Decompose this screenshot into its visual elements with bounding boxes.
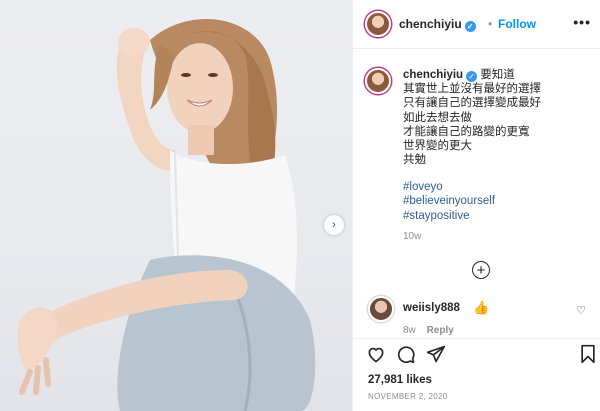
comment-time[interactable]: 8w [403, 325, 416, 336]
hashtag-link[interactable]: #believeinyourself [403, 194, 495, 208]
author-username[interactable]: chenchiyiu ✓ [399, 17, 476, 32]
comment-text: 👍 [473, 300, 490, 315]
caption-line-7: 共勉 [403, 154, 426, 167]
hashtag-link[interactable]: #loveyo [403, 180, 495, 194]
bookmark-icon [581, 344, 595, 364]
caption-author-avatar[interactable] [365, 68, 391, 94]
caption-line-5: 才能讓自己的路變的更寬 [403, 125, 530, 138]
separator-dot: • [488, 17, 493, 31]
more-options-icon[interactable]: ••• [573, 14, 591, 30]
heart-icon [368, 347, 384, 363]
next-image-button[interactable]: › [324, 215, 344, 235]
author-username-text[interactable]: chenchiyiu [399, 17, 462, 31]
reply-button[interactable]: Reply [427, 325, 454, 336]
comment-meta: 8w Reply [403, 325, 462, 336]
follow-button[interactable]: Follow [498, 17, 536, 31]
comment-like-heart-icon[interactable]: ♡ [576, 304, 586, 317]
caption-line-4: 如此去想去做 [403, 111, 472, 124]
actions-divider [353, 338, 600, 339]
post-side-panel: chenchiyiu ✓ • Follow ••• chenchiyiu ✓ 要知道… [352, 0, 600, 411]
hashtag-link[interactable]: #staypositive [403, 209, 495, 223]
commenter-username[interactable]: weiisly888 [403, 302, 460, 314]
comment-icon [397, 346, 415, 364]
comment-button[interactable] [396, 344, 416, 364]
save-button[interactable] [578, 344, 598, 364]
post-caption: chenchiyiu ✓ 要知道 其實世上並沒有最好的選擇 只有讓自己的選擇變成最… [403, 68, 593, 167]
chevron-right-icon: › [332, 219, 336, 231]
post-header: chenchiyiu ✓ • Follow ••• [353, 0, 600, 49]
commenter-avatar[interactable] [368, 296, 394, 322]
verified-badge-icon: ✓ [464, 21, 476, 32]
post-photo[interactable]: › [0, 0, 352, 411]
verified-badge-icon: ✓ [466, 71, 478, 82]
caption-line-6: 世界變的更大 [403, 140, 472, 153]
photo-illustration [17, 18, 316, 411]
likes-count[interactable]: 27,981 likes [368, 374, 432, 386]
like-button[interactable] [366, 344, 386, 364]
plus-icon: + [476, 261, 486, 279]
caption-line-1: 要知道 [480, 69, 515, 81]
share-icon [426, 345, 446, 363]
author-avatar[interactable] [365, 11, 391, 37]
hashtag-list: #loveyo #believeinyourself #staypositive [403, 180, 495, 223]
caption-line-2: 其實世上並沒有最好的選擇 [403, 83, 541, 96]
caption-username[interactable]: chenchiyiu [403, 69, 463, 81]
share-button[interactable] [426, 344, 446, 364]
post-date: NOVEMBER 2, 2020 [368, 392, 448, 401]
load-more-comments-button[interactable]: + [472, 261, 490, 279]
caption-line-3: 只有讓自己的選擇變成最好 [403, 97, 541, 110]
post-time-ago[interactable]: 10w [403, 231, 421, 242]
